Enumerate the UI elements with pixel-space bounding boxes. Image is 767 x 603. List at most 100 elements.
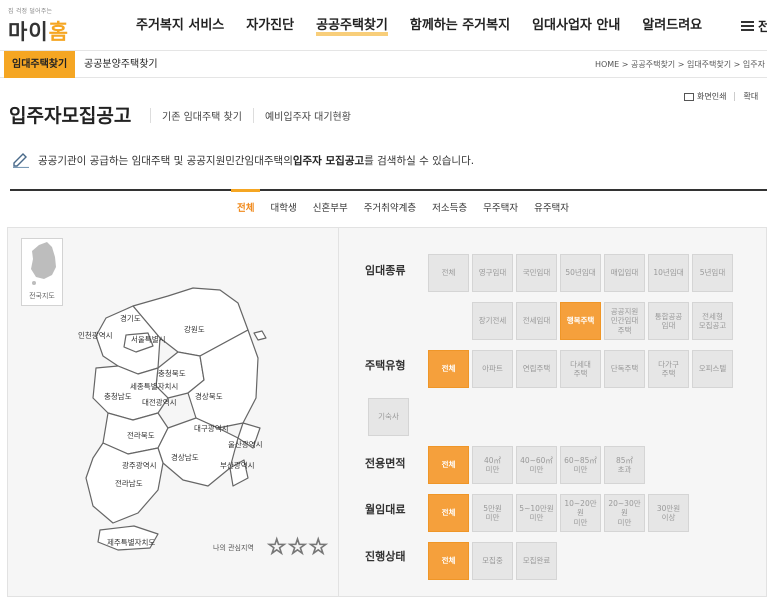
region-daejeon[interactable]: 대전광역시: [142, 397, 177, 408]
housing-opt-officetel[interactable]: 오피스텔: [692, 350, 733, 388]
gnb-together-welfare[interactable]: 함께하는 주거복지: [410, 14, 510, 33]
housing-opt-apartment[interactable]: 아파트: [472, 350, 513, 388]
area-opt-all[interactable]: 전체: [428, 446, 469, 484]
gnb-notice[interactable]: 알려드려요: [642, 14, 702, 33]
rental-opt-5yr[interactable]: 5년임대: [692, 254, 733, 292]
region-gangwon[interactable]: 강원도: [184, 324, 205, 335]
page-title: 입주자모집공고: [9, 105, 132, 127]
housing-opt-dormitory[interactable]: 기숙사: [368, 398, 409, 436]
rent-opt-all[interactable]: 전체: [428, 494, 469, 532]
region-ulsan[interactable]: 울산광역시: [228, 439, 263, 450]
region-gyeonggi[interactable]: 경기도: [120, 313, 141, 324]
breadcrumb: HOME > 공공주택찾기 > 임대주택찾기 > 입주자: [594, 60, 765, 69]
description-text-pre: 공공기관이 공급하는 임대주택 및 공공지원민간임대주택의: [38, 154, 293, 167]
housing-type-label: 주택유형: [365, 359, 406, 372]
region-gwangju[interactable]: 광주광역시: [122, 460, 157, 471]
rental-opt-50yr[interactable]: 50년임대: [560, 254, 601, 292]
housing-opt-all[interactable]: 전체: [428, 350, 469, 388]
rental-opt-10yr[interactable]: 10년임대: [648, 254, 689, 292]
star-icon[interactable]: ☆: [266, 536, 287, 559]
region-chungbuk[interactable]: 충청북도: [158, 368, 186, 379]
all-menu-button[interactable]: 전: [741, 16, 767, 35]
star-icon[interactable]: ☆: [308, 536, 329, 559]
region-sejong[interactable]: 세종특별자치시: [130, 381, 178, 392]
rent-opt-20-30[interactable]: 20~30만원 미만: [604, 494, 645, 532]
global-nav: 주거복지 서비스 자가진단 공공주택찾기 함께하는 주거복지 임대사업자 안내 …: [136, 14, 724, 36]
rental-opt-integrated[interactable]: 통합공공 임대: [648, 302, 689, 340]
status-label: 진행상태: [365, 550, 406, 563]
logo-brand-text: 마이: [8, 20, 49, 44]
subtab-sale-search[interactable]: 공공분양주택찾기: [76, 51, 166, 78]
tab-homeless[interactable]: 무주택자: [481, 196, 520, 218]
rental-opt-purchase[interactable]: 매입임대: [604, 254, 645, 292]
tab-university[interactable]: 대학생: [268, 196, 298, 218]
area-opt-under40[interactable]: 40㎡ 미만: [472, 446, 513, 484]
page-utils: 화면인쇄 확대: [684, 91, 758, 102]
housing-opt-multiplex[interactable]: 다세대 주택: [560, 350, 601, 388]
site-logo[interactable]: 집 걱정 덜어주는 마이홈: [8, 6, 69, 46]
area-opt-60-85[interactable]: 60~85㎡ 미만: [560, 446, 601, 484]
tab-vulnerable[interactable]: 주거취약계층: [362, 196, 418, 218]
gnb-landlord-guide[interactable]: 임대사업자 안내: [532, 14, 620, 33]
status-opt-closed[interactable]: 모집완료: [516, 542, 557, 580]
region-gyeongnam[interactable]: 경상남도: [171, 452, 199, 463]
region-busan[interactable]: 부산광역시: [220, 460, 255, 471]
pencil-icon: [13, 153, 29, 168]
favorite-regions-label: 나의 관심지역: [213, 544, 254, 552]
rental-opt-public-private[interactable]: 공공지원 민간임대 주택: [604, 302, 645, 340]
region-jeonbuk[interactable]: 전라북도: [127, 430, 155, 441]
rental-opt-permanent[interactable]: 영구임대: [472, 254, 513, 292]
gnb-public-housing[interactable]: 공공주택찾기: [316, 14, 388, 36]
area-opt-over85[interactable]: 85㎡ 초과: [604, 446, 645, 484]
gnb-housing-welfare[interactable]: 주거복지 서비스: [136, 14, 224, 33]
favorite-regions: 나의 관심지역 ☆ ☆ ☆: [213, 536, 329, 559]
region-shape-ulleung: [253, 330, 267, 341]
rent-opt-10-20[interactable]: 10~20만원 미만: [560, 494, 601, 532]
description-text-post: 를 검색하실 수 있습니다.: [364, 154, 475, 167]
rental-opt-jeonse-notice[interactable]: 전세형 모집공고: [692, 302, 733, 340]
rent-opt-5-10[interactable]: 5~10만원 미만: [516, 494, 557, 532]
tab-all[interactable]: 전체: [230, 189, 262, 218]
logo-tagline: 집 걱정 덜어주는: [8, 8, 53, 15]
rental-opt-all[interactable]: 전체: [428, 254, 469, 292]
rent-opt-under5[interactable]: 5만원 미만: [472, 494, 513, 532]
monthly-rent-label: 월임대료: [365, 503, 406, 516]
region-incheon[interactable]: 인천광역시: [78, 330, 113, 341]
region-map-panel: 전국지도 경기도 인천광역시 서울특별시 강원도 충청북도 세종특별자치시 충청…: [7, 227, 339, 597]
rental-opt-jeonse[interactable]: 전세임대: [516, 302, 557, 340]
area-label: 전용면적: [365, 457, 406, 470]
region-jeonnam[interactable]: 전라남도: [115, 478, 143, 489]
area-opt-40-60[interactable]: 40~60㎡ 미만: [516, 446, 557, 484]
rent-opt-over30[interactable]: 30만원 이상: [648, 494, 689, 532]
gnb-self-check[interactable]: 자가진단: [246, 14, 294, 33]
hamburger-icon: [741, 20, 754, 31]
housing-opt-multifamily[interactable]: 다가구 주택: [648, 350, 689, 388]
region-seoul[interactable]: 서울특별시: [131, 334, 166, 345]
title-links: 기존 임대주택 찾기 예비입주자 대기현황: [150, 108, 362, 123]
status-opt-recruiting[interactable]: 모집중: [472, 542, 513, 580]
target-tabs: 전체 대학생 신혼부부 주거취약계층 저소득층 무주택자 유주택자: [229, 189, 577, 218]
logo-brand-accent: 홈: [48, 20, 69, 44]
rental-opt-national[interactable]: 국민임대: [516, 254, 557, 292]
housing-opt-detached[interactable]: 단독주택: [604, 350, 645, 388]
rental-opt-happy-house[interactable]: 행복주택: [560, 302, 601, 340]
all-menu-label: 전: [758, 20, 767, 35]
status-opt-all[interactable]: 전체: [428, 542, 469, 580]
tab-low-income[interactable]: 저소득층: [430, 196, 469, 218]
region-chungnam[interactable]: 충청남도: [104, 391, 132, 402]
description: 공공기관이 공급하는 임대주택 및 공공지원민간임대주택의 입주자 모집공고 를 …: [12, 152, 474, 168]
existing-rental-link[interactable]: 기존 임대주택 찾기: [150, 108, 253, 123]
region-gyeongbuk[interactable]: 경상북도: [195, 391, 223, 402]
region-jeju[interactable]: 제주특별자치도: [107, 537, 155, 548]
waitlist-link[interactable]: 예비입주자 대기현황: [252, 108, 362, 123]
subtab-rental-search[interactable]: 임대주택찾기: [4, 51, 76, 78]
sub-nav-bar: 임대주택찾기 공공분양주택찾기 HOME > 공공주택찾기 > 임대주택찾기 >…: [0, 50, 767, 78]
region-daegu[interactable]: 대구광역시: [194, 423, 229, 434]
print-button[interactable]: 화면인쇄: [697, 91, 726, 102]
zoom-button[interactable]: 확대: [743, 91, 758, 102]
tab-homeowner[interactable]: 유주택자: [532, 196, 571, 218]
housing-opt-rowhouse[interactable]: 연립주택: [516, 350, 557, 388]
tab-newlyweds[interactable]: 신혼부부: [311, 196, 350, 218]
rental-opt-long-jeonse[interactable]: 장기전세: [472, 302, 513, 340]
star-icon[interactable]: ☆: [287, 536, 308, 559]
